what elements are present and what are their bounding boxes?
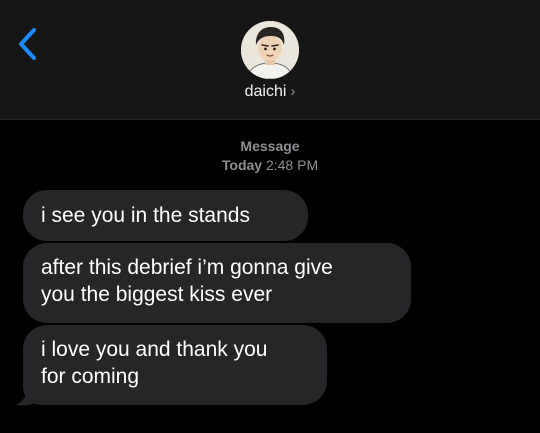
chevron-right-icon: › bbox=[290, 83, 296, 100]
contact-avatar[interactable] bbox=[241, 21, 299, 79]
chevron-left-icon bbox=[19, 28, 36, 60]
message-bubble[interactable]: after this debrief i’m gonna give you th… bbox=[23, 243, 411, 323]
back-button[interactable] bbox=[14, 26, 44, 62]
contact-name-button[interactable]: daichi › bbox=[0, 83, 540, 101]
thread-timestamp: Today 2:48 PM bbox=[0, 157, 540, 173]
message-bubble[interactable]: i see you in the stands bbox=[23, 190, 308, 241]
message-bubble[interactable]: i love you and thank you for coming bbox=[23, 325, 327, 405]
service-label: Message bbox=[240, 138, 300, 154]
timestamp-time: 2:48 PM bbox=[265, 157, 319, 173]
conversation-header: daichi › bbox=[0, 0, 540, 120]
avatar-image bbox=[241, 21, 299, 79]
timestamp-day: Today bbox=[221, 157, 263, 173]
contact-name: daichi bbox=[244, 83, 287, 100]
